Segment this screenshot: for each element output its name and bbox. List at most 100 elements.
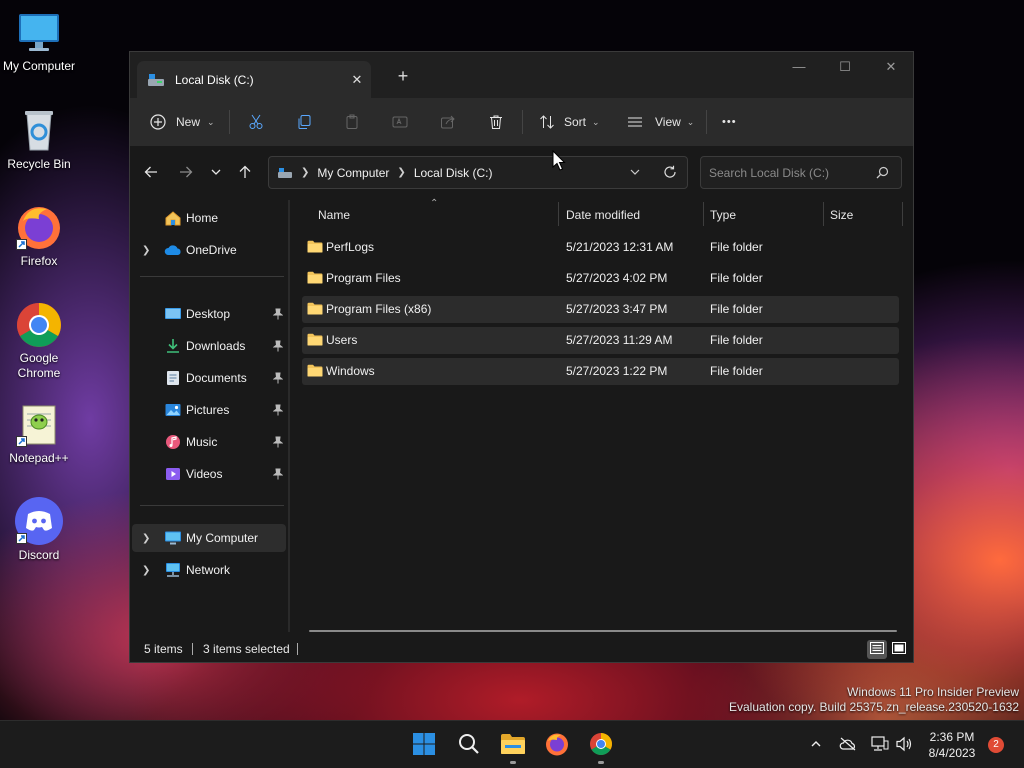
title-bar[interactable]: Local Disk (C:) ✕ + — ☐ ✕ (130, 52, 913, 98)
pin-icon[interactable] (272, 308, 284, 320)
clipboard-icon (344, 114, 360, 130)
recent-locations-button[interactable] (203, 161, 229, 185)
taskbar-file-explorer[interactable] (499, 731, 527, 759)
search-box[interactable] (700, 156, 902, 189)
search-icon[interactable] (876, 166, 889, 182)
scissors-icon (248, 114, 264, 130)
taskbar-clock[interactable]: 2:36 PM 8/4/2023 (922, 729, 982, 761)
pane-splitter[interactable] (288, 200, 290, 632)
list-lines-icon (627, 114, 643, 130)
chrome-icon (589, 732, 613, 759)
video-icon (164, 466, 182, 482)
taskbar-search-button[interactable] (455, 731, 483, 759)
sidebar-item-videos[interactable]: Videos (132, 460, 286, 488)
picture-icon (164, 402, 182, 418)
more-options-button[interactable]: ••• (722, 98, 737, 146)
address-bar[interactable]: ❯ My Computer ❯ Local Disk (C:) (268, 156, 688, 189)
copy-button[interactable] (296, 98, 312, 146)
refresh-icon[interactable] (663, 165, 677, 182)
chevron-right-icon[interactable]: ❯ (142, 245, 150, 256)
table-row[interactable]: Program Files (x86) 5/27/2023 3:47 PM Fi… (302, 296, 899, 323)
sidebar-item-downloads[interactable]: Downloads (132, 332, 286, 360)
sort-button[interactable]: Sort ⌄ (539, 98, 600, 146)
address-dropdown-icon[interactable] (629, 166, 641, 181)
column-resize-handle[interactable] (823, 202, 824, 226)
rename-button[interactable] (392, 98, 408, 146)
file-type: File folder (710, 302, 763, 316)
folder-icon (307, 240, 323, 253)
pin-icon[interactable] (272, 372, 284, 384)
desktop-icon-discord[interactable]: Discord (0, 497, 78, 563)
desktop-icon-notepad-plus-plus[interactable]: Notepad++ (0, 400, 78, 466)
new-button[interactable]: New ⌄ (150, 98, 215, 146)
sidebar-item-documents[interactable]: Documents (132, 364, 286, 392)
tiles-view-button[interactable] (889, 640, 909, 659)
sidebar-item-music[interactable]: Music (132, 428, 286, 456)
back-button[interactable] (138, 161, 164, 185)
taskbar-chrome[interactable] (587, 731, 615, 759)
sidebar-item-home[interactable]: Home (132, 204, 286, 232)
start-button[interactable] (410, 731, 438, 759)
table-row[interactable]: Windows 5/27/2023 1:22 PM File folder (302, 358, 899, 385)
sidebar-item-desktop[interactable]: Desktop (132, 300, 286, 328)
breadcrumb-local-disk[interactable]: Local Disk (C:) (414, 166, 493, 180)
folder-icon (307, 364, 323, 377)
desktop-icon-firefox[interactable]: Firefox (0, 203, 78, 269)
sidebar-item-my-computer[interactable]: ❯ My Computer (132, 524, 286, 552)
sidebar-item-label: Videos (186, 467, 223, 481)
delete-button[interactable] (488, 98, 504, 146)
network-tray-icon[interactable] (870, 735, 890, 755)
tab-close-icon[interactable]: ✕ (343, 72, 371, 88)
show-hidden-icons-button[interactable] (806, 735, 826, 755)
table-row[interactable]: PerfLogs 5/21/2023 12:31 AM File folder (302, 234, 899, 261)
column-resize-handle[interactable] (558, 202, 559, 226)
notepad-plus-plus-icon (15, 400, 63, 448)
minimize-button[interactable]: — (776, 52, 822, 82)
column-header-type[interactable]: Type (710, 200, 736, 230)
column-header-size[interactable]: Size (830, 200, 853, 230)
file-type: File folder (710, 333, 763, 347)
folder-icon (307, 333, 323, 346)
taskbar-firefox[interactable] (543, 731, 571, 759)
sidebar-item-pictures[interactable]: Pictures (132, 396, 286, 424)
forward-button[interactable] (173, 161, 199, 185)
up-button[interactable] (232, 161, 258, 185)
breadcrumb-my-computer[interactable]: My Computer (317, 166, 389, 180)
share-button[interactable] (440, 98, 456, 146)
volume-tray-icon[interactable] (894, 735, 914, 755)
cut-button[interactable] (248, 98, 264, 146)
table-row[interactable]: Program Files 5/27/2023 4:02 PM File fol… (302, 265, 899, 292)
horizontal-scrollbar[interactable] (309, 630, 897, 632)
maximize-button[interactable]: ☐ (822, 52, 868, 82)
search-input[interactable] (709, 165, 869, 180)
pin-icon[interactable] (272, 468, 284, 480)
mouse-cursor (552, 149, 566, 172)
desktop-icon-recycle-bin[interactable]: Recycle Bin (0, 106, 78, 172)
plus-circle-icon (150, 114, 166, 130)
column-header-name[interactable]: Name (318, 200, 350, 230)
new-tab-button[interactable]: + (392, 66, 414, 87)
sidebar-item-network[interactable]: ❯ Network (132, 556, 286, 584)
notification-badge[interactable]: 2 (988, 737, 1004, 753)
column-resize-handle[interactable] (703, 202, 704, 226)
tab-local-disk[interactable]: Local Disk (C:) ✕ (137, 61, 371, 98)
pin-icon[interactable] (272, 340, 284, 352)
view-button[interactable]: View ⌄ (627, 98, 694, 146)
details-view-button[interactable] (867, 640, 887, 659)
column-header-date[interactable]: Date modified (566, 200, 640, 230)
chevron-right-icon[interactable]: ❯ (142, 533, 150, 544)
sidebar-item-label: Music (186, 435, 218, 449)
desktop-icon-my-computer[interactable]: My Computer (0, 8, 78, 74)
chevron-right-icon[interactable]: ❯ (142, 565, 150, 576)
close-window-button[interactable]: ✕ (868, 52, 913, 82)
status-bar: 5 items 3 items selected (130, 635, 913, 662)
sidebar-item-onedrive[interactable]: ❯ OneDrive (132, 236, 286, 264)
desktop-icon-chrome[interactable]: Google Chrome (0, 300, 78, 381)
pin-icon[interactable] (272, 404, 284, 416)
taskbar: 2:36 PM 8/4/2023 2 (0, 720, 1024, 768)
pin-icon[interactable] (272, 436, 284, 448)
column-resize-handle[interactable] (902, 202, 903, 226)
paste-button[interactable] (344, 98, 360, 146)
onedrive-tray-icon[interactable] (838, 735, 858, 755)
table-row[interactable]: Users 5/27/2023 11:29 AM File folder (302, 327, 899, 354)
